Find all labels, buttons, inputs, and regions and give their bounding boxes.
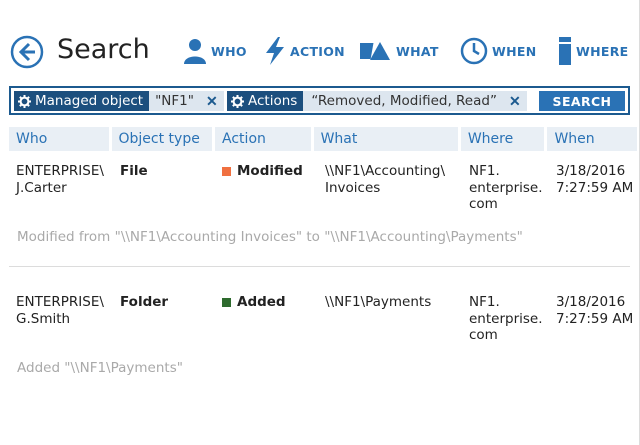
- cell-who: ENTERPRISE\ J.Carter: [16, 163, 104, 196]
- filter-chip-actions[interactable]: Actions “Removed, Modified, Read” ✕: [227, 91, 527, 111]
- cell-who: ENTERPRISE\ G.Smith: [16, 294, 104, 327]
- column-header-what[interactable]: What: [313, 127, 458, 151]
- filter-chip-value: "NF1": [149, 91, 200, 111]
- cell-object-type: Folder: [120, 294, 169, 310]
- column-header-when[interactable]: When: [547, 127, 637, 151]
- nav-where-label: WHERE: [576, 43, 629, 59]
- action-label: Modified: [237, 163, 303, 179]
- table-header: Who Object type Action What Where When: [9, 127, 640, 151]
- shapes-icon: [360, 42, 390, 60]
- clock-icon: [460, 37, 488, 65]
- column-header-object-type[interactable]: Object type: [111, 127, 213, 151]
- action-label: Added: [237, 294, 286, 310]
- lightning-icon: [266, 37, 284, 65]
- cell-object-type: File: [120, 163, 148, 179]
- back-button[interactable]: [10, 35, 44, 69]
- filter-chip-name: Managed object: [35, 93, 144, 109]
- back-arrow-icon: [10, 35, 44, 69]
- cell-when: 3/18/2016 7:27:59 AM: [556, 294, 634, 327]
- filter-chip-name: Actions: [248, 93, 298, 109]
- cell-where: NF1. enterprise. com: [469, 163, 543, 212]
- nav-action-label: ACTION: [290, 43, 345, 59]
- server-icon: [559, 37, 571, 65]
- remove-filter-button[interactable]: ✕: [199, 91, 224, 111]
- filter-chip-value: “Removed, Modified, Read”: [303, 91, 503, 111]
- row-divider: [9, 266, 630, 267]
- search-button[interactable]: SEARCH: [539, 91, 625, 111]
- column-header-action[interactable]: Action: [215, 127, 311, 151]
- filter-chip-head[interactable]: Managed object: [14, 91, 150, 111]
- nav-who-label: WHO: [211, 43, 247, 59]
- action-status-marker: [222, 297, 231, 307]
- search-bar: Managed object "NF1" ✕ Actions “Removed,…: [9, 86, 630, 115]
- page-title: Search: [57, 34, 150, 65]
- nav-where-button[interactable]: WHERE: [558, 36, 628, 66]
- row-detail: Added "\\NF1\Payments": [17, 360, 183, 376]
- top-bar: Search WHO ACTION WHAT WHEN WHERE: [0, 0, 640, 80]
- cell-where: NF1. enterprise. com: [469, 294, 543, 343]
- cell-action: Added: [222, 294, 286, 311]
- gear-icon: [231, 94, 244, 108]
- close-icon: ✕: [508, 92, 521, 109]
- remove-filter-button[interactable]: ✕: [502, 91, 527, 111]
- nav-who-button[interactable]: WHO: [183, 36, 247, 66]
- filter-chip-managed-object[interactable]: Managed object "NF1" ✕: [14, 91, 224, 111]
- column-header-where[interactable]: Where: [460, 127, 545, 151]
- nav-when-label: WHEN: [492, 43, 537, 59]
- gear-icon: [18, 94, 31, 108]
- close-icon: ✕: [205, 92, 218, 109]
- cell-what: \\NF1\Accounting\ Invoices: [325, 163, 446, 196]
- person-icon: [184, 39, 206, 64]
- column-header-who[interactable]: Who: [9, 127, 109, 151]
- nav-action-button[interactable]: ACTION: [264, 36, 345, 66]
- nav-what-label: WHAT: [396, 43, 439, 59]
- cell-what: \\NF1\Payments: [325, 294, 432, 310]
- cell-action: Modified: [222, 163, 303, 180]
- cell-when: 3/18/2016 7:27:59 AM: [556, 163, 634, 196]
- nav-when-button[interactable]: WHEN: [460, 36, 536, 66]
- action-status-marker: [222, 166, 231, 176]
- nav-what-button[interactable]: WHAT: [360, 36, 439, 66]
- row-detail: Modified from "\\NF1\Accounting Invoices…: [17, 229, 523, 245]
- filter-chip-head[interactable]: Actions: [227, 91, 304, 111]
